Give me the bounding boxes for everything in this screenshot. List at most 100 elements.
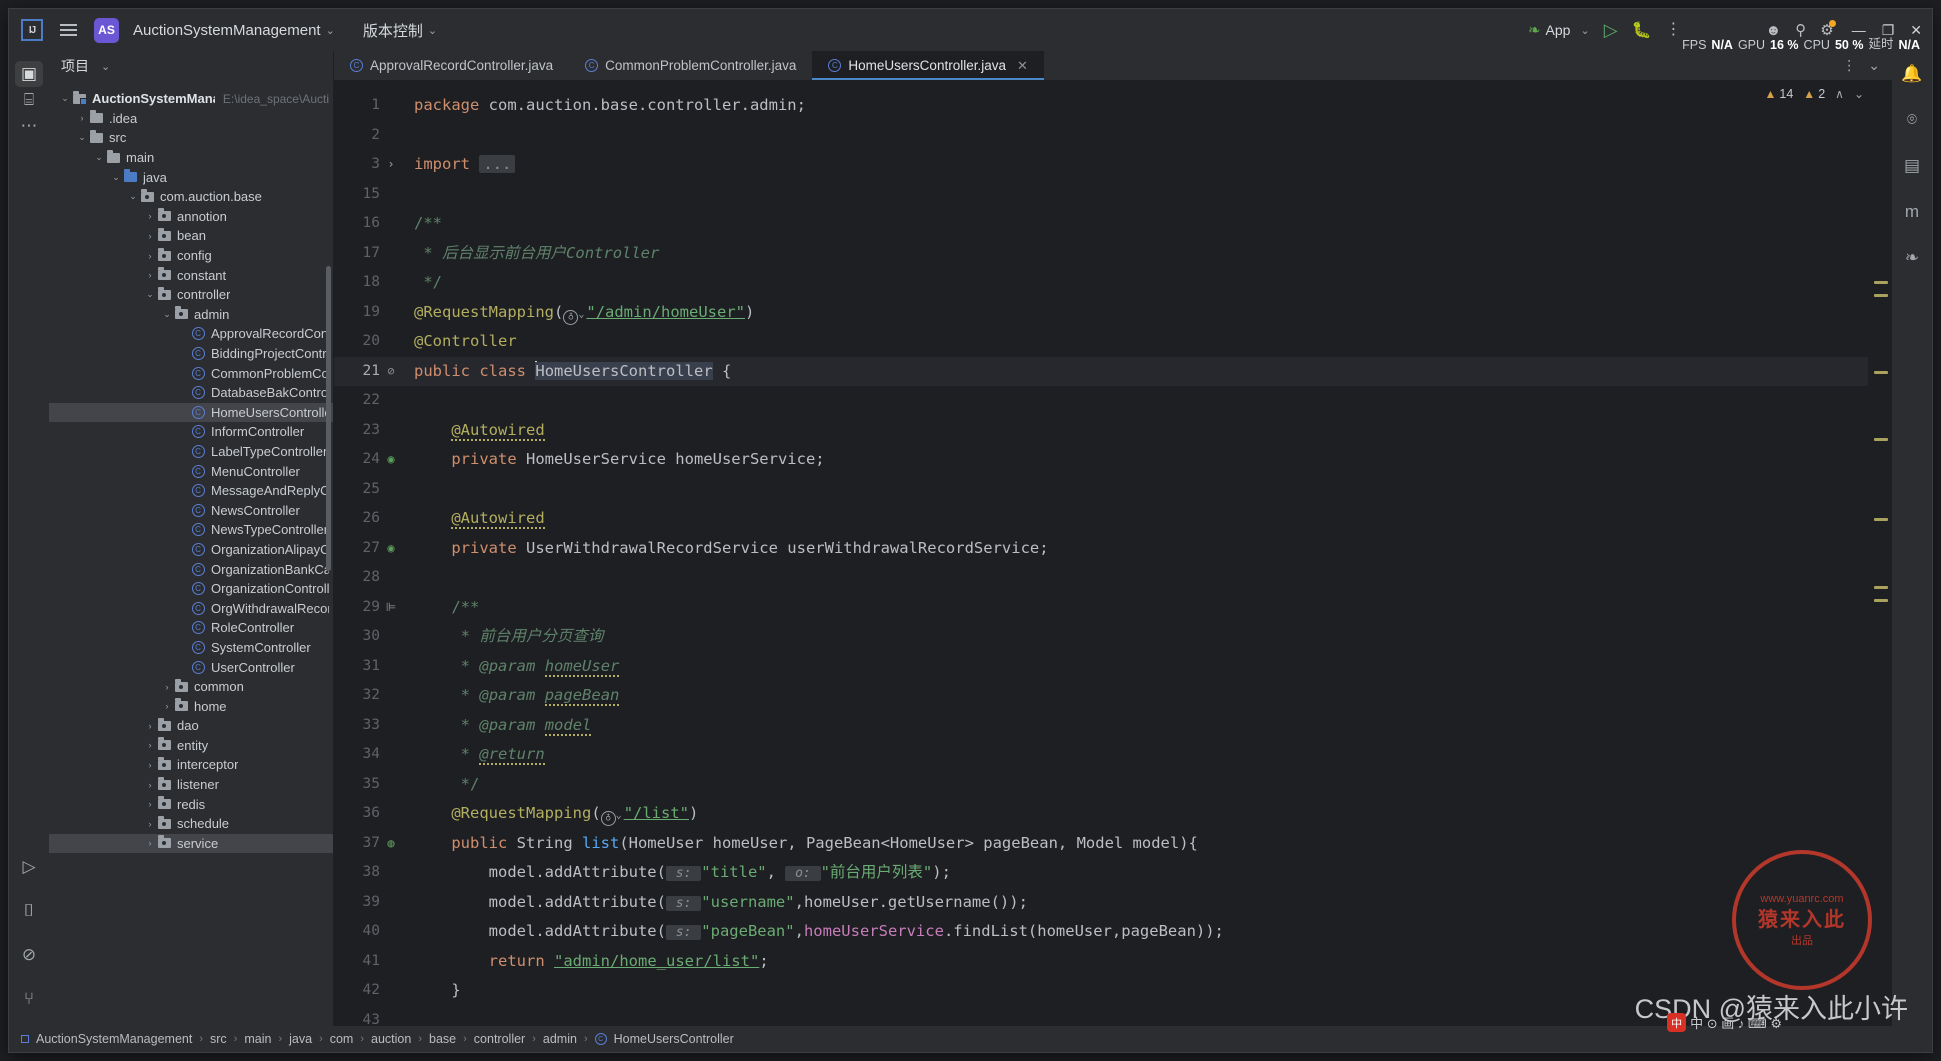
gutter-line[interactable]: 24 ◉ bbox=[334, 445, 406, 475]
tree-folder-item[interactable]: ⌄ java bbox=[49, 167, 333, 187]
gutter-line[interactable]: 33 bbox=[334, 711, 406, 741]
editor-tab[interactable]: C ApprovalRecordController.java bbox=[334, 51, 569, 80]
inspection-marker[interactable] bbox=[1874, 294, 1888, 297]
gutter-marker-icon[interactable]: ◍ bbox=[380, 829, 402, 859]
tree-file-item[interactable]: ·C CommonProblemController bbox=[49, 363, 333, 383]
tree-folder-item[interactable]: ⌄ admin bbox=[49, 305, 333, 325]
code-line[interactable] bbox=[406, 563, 1868, 593]
code-scroll-area[interactable]: 1 2 3 › 15 16 17 18 19 20 21 ⊘ 22 23 24 ◉ 25 26 27 ◉ 28 29 ⊫ 30… bbox=[334, 81, 1868, 1026]
chevron-right-icon[interactable]: › bbox=[144, 211, 156, 221]
inspection-marker[interactable] bbox=[1874, 438, 1888, 441]
tree-folder-item[interactable]: › constant bbox=[49, 265, 333, 285]
run-button[interactable]: ▷ bbox=[1604, 21, 1618, 39]
tree-file-item[interactable]: ·C UserController bbox=[49, 657, 333, 677]
more-tool-icon[interactable]: ⋯ bbox=[15, 113, 43, 139]
code-line[interactable]: * @param pageBean bbox=[406, 681, 1868, 711]
editor-tab[interactable]: C HomeUsersController.java ✕ bbox=[812, 51, 1045, 80]
gutter-line[interactable]: 1 bbox=[334, 91, 406, 121]
tree-folder-item[interactable]: ⌄ com.auction.base bbox=[49, 187, 333, 207]
chevron-right-icon[interactable]: › bbox=[144, 799, 156, 809]
git-tool-icon[interactable]: ⑂ bbox=[15, 986, 43, 1012]
breadcrumb-item[interactable]: com bbox=[330, 1032, 354, 1046]
tree-folder-item[interactable]: › home bbox=[49, 696, 333, 716]
inspection-summary[interactable]: ▲ 14 ▲ 2 ∧ ⌄ bbox=[1765, 87, 1865, 101]
chevron-right-icon[interactable]: › bbox=[144, 780, 156, 790]
code-line[interactable]: */ bbox=[406, 268, 1868, 298]
code-line[interactable]: /** bbox=[406, 593, 1868, 623]
tree-file-item[interactable]: ·C OrganizationBankCardController bbox=[49, 559, 333, 579]
debug-button[interactable]: 🐛 bbox=[1632, 20, 1652, 40]
code-line[interactable]: * 后台显示前台用户Controller bbox=[406, 239, 1868, 269]
main-menu-icon[interactable] bbox=[57, 21, 80, 39]
line-number-gutter[interactable]: 1 2 3 › 15 16 17 18 19 20 21 ⊘ 22 23 24 ◉ 25 26 27 ◉ 28 29 ⊫ 30… bbox=[334, 81, 406, 1026]
code-line[interactable]: * @param model bbox=[406, 711, 1868, 741]
chevron-down-icon[interactable]: ⌄ bbox=[93, 152, 105, 163]
gutter-line[interactable]: 34 bbox=[334, 740, 406, 770]
chevron-right-icon[interactable]: › bbox=[144, 721, 156, 731]
close-icon[interactable]: ✕ bbox=[1017, 58, 1028, 74]
code-line[interactable]: @Autowired bbox=[406, 504, 1868, 534]
gutter-line[interactable]: 26 bbox=[334, 504, 406, 534]
tree-file-item[interactable]: ·C NewsTypeController bbox=[49, 520, 333, 540]
run-configuration-selector[interactable]: ❧ App ⌄ bbox=[1528, 21, 1590, 39]
breadcrumb-item[interactable]: base bbox=[429, 1032, 456, 1046]
gutter-line[interactable]: 21 ⊘ bbox=[334, 356, 406, 387]
inspection-marker[interactable] bbox=[1874, 281, 1888, 284]
chevron-down-icon[interactable]: ⌄ bbox=[59, 93, 71, 104]
gutter-line[interactable]: 22 bbox=[334, 386, 406, 416]
gutter-line[interactable]: 35 bbox=[334, 770, 406, 800]
weak-warning-count-badge[interactable]: ▲ 2 bbox=[1803, 87, 1825, 101]
inspection-marker[interactable] bbox=[1874, 599, 1888, 602]
code-line[interactable]: private HomeUserService homeUserService; bbox=[406, 445, 1868, 475]
chevron-right-icon[interactable]: › bbox=[76, 113, 88, 123]
tree-file-item[interactable]: ·C MessageAndReplyController bbox=[49, 481, 333, 501]
gutter-line[interactable]: 28 bbox=[334, 563, 406, 593]
gutter-marker-icon[interactable]: ⊘ bbox=[380, 357, 402, 387]
code-line[interactable]: public String list(HomeUser homeUser, Pa… bbox=[406, 829, 1868, 859]
gutter-line[interactable]: 41 bbox=[334, 947, 406, 977]
breadcrumb-item[interactable]: controller bbox=[474, 1032, 525, 1046]
database-icon[interactable]: ▤ bbox=[1898, 153, 1926, 179]
chevron-right-icon[interactable]: › bbox=[144, 740, 156, 750]
warning-count-badge[interactable]: ▲ 14 bbox=[1765, 87, 1794, 101]
structure-tool-icon[interactable]: ⌸ bbox=[15, 87, 43, 113]
inspection-marker[interactable] bbox=[1874, 371, 1888, 374]
chevron-down-icon[interactable]: ⌄ bbox=[110, 172, 122, 183]
project-tool-icon[interactable]: ▣ bbox=[15, 61, 43, 87]
minimize-button[interactable]: — bbox=[1852, 22, 1866, 38]
code-line[interactable]: import ... bbox=[406, 150, 1868, 180]
chevron-right-icon[interactable]: › bbox=[144, 760, 156, 770]
tree-file-item[interactable]: ·C SystemController bbox=[49, 638, 333, 658]
tree-folder-item[interactable]: › common bbox=[49, 677, 333, 697]
gutter-line[interactable]: 37 ◍ bbox=[334, 829, 406, 859]
tree-folder-item[interactable]: › interceptor bbox=[49, 755, 333, 775]
inspection-marker-bar[interactable] bbox=[1868, 81, 1892, 1026]
tree-file-item[interactable]: ·C MenuController bbox=[49, 461, 333, 481]
code-line[interactable] bbox=[406, 475, 1868, 505]
editor-options-icon[interactable]: ⋮ bbox=[1842, 57, 1856, 74]
chevron-right-icon[interactable]: › bbox=[161, 682, 173, 692]
code-content[interactable]: package com.auction.base.controller.admi… bbox=[406, 81, 1868, 1026]
tree-file-item[interactable]: ·C OrganizationAlipayController bbox=[49, 540, 333, 560]
editor-tab[interactable]: C CommonProblemController.java bbox=[569, 51, 812, 80]
code-line[interactable]: * @param homeUser bbox=[406, 652, 1868, 682]
gutter-marker-icon[interactable]: ◉ bbox=[380, 534, 402, 564]
spring-icon[interactable]: ❧ bbox=[1898, 245, 1926, 271]
code-line[interactable] bbox=[406, 121, 1868, 151]
tree-folder-item[interactable]: › config bbox=[49, 246, 333, 266]
breadcrumb-item[interactable]: main bbox=[244, 1032, 271, 1046]
inspection-marker[interactable] bbox=[1874, 586, 1888, 589]
project-selector[interactable]: AuctionSystemManagement ⌄ bbox=[133, 22, 335, 39]
gutter-line[interactable]: 20 bbox=[334, 327, 406, 357]
chevron-down-icon[interactable]: ⌄ bbox=[161, 309, 173, 320]
breadcrumb-item[interactable]: auction bbox=[371, 1032, 411, 1046]
chevron-right-icon[interactable]: › bbox=[144, 231, 156, 241]
tree-folder-item[interactable]: ⌄ AuctionSystemManagement E:\idea_space\Au… bbox=[49, 89, 333, 109]
gutter-marker-icon[interactable]: ◉ bbox=[380, 445, 402, 475]
close-button[interactable]: ✕ bbox=[1910, 22, 1922, 39]
vcs-selector[interactable]: 版本控制 ⌄ bbox=[363, 20, 437, 41]
gutter-line[interactable]: 3 › bbox=[334, 150, 406, 180]
gutter-line[interactable]: 19 bbox=[334, 298, 406, 328]
tree-folder-item[interactable]: ⌄ src bbox=[49, 128, 333, 148]
gutter-line[interactable]: 42 bbox=[334, 976, 406, 1006]
